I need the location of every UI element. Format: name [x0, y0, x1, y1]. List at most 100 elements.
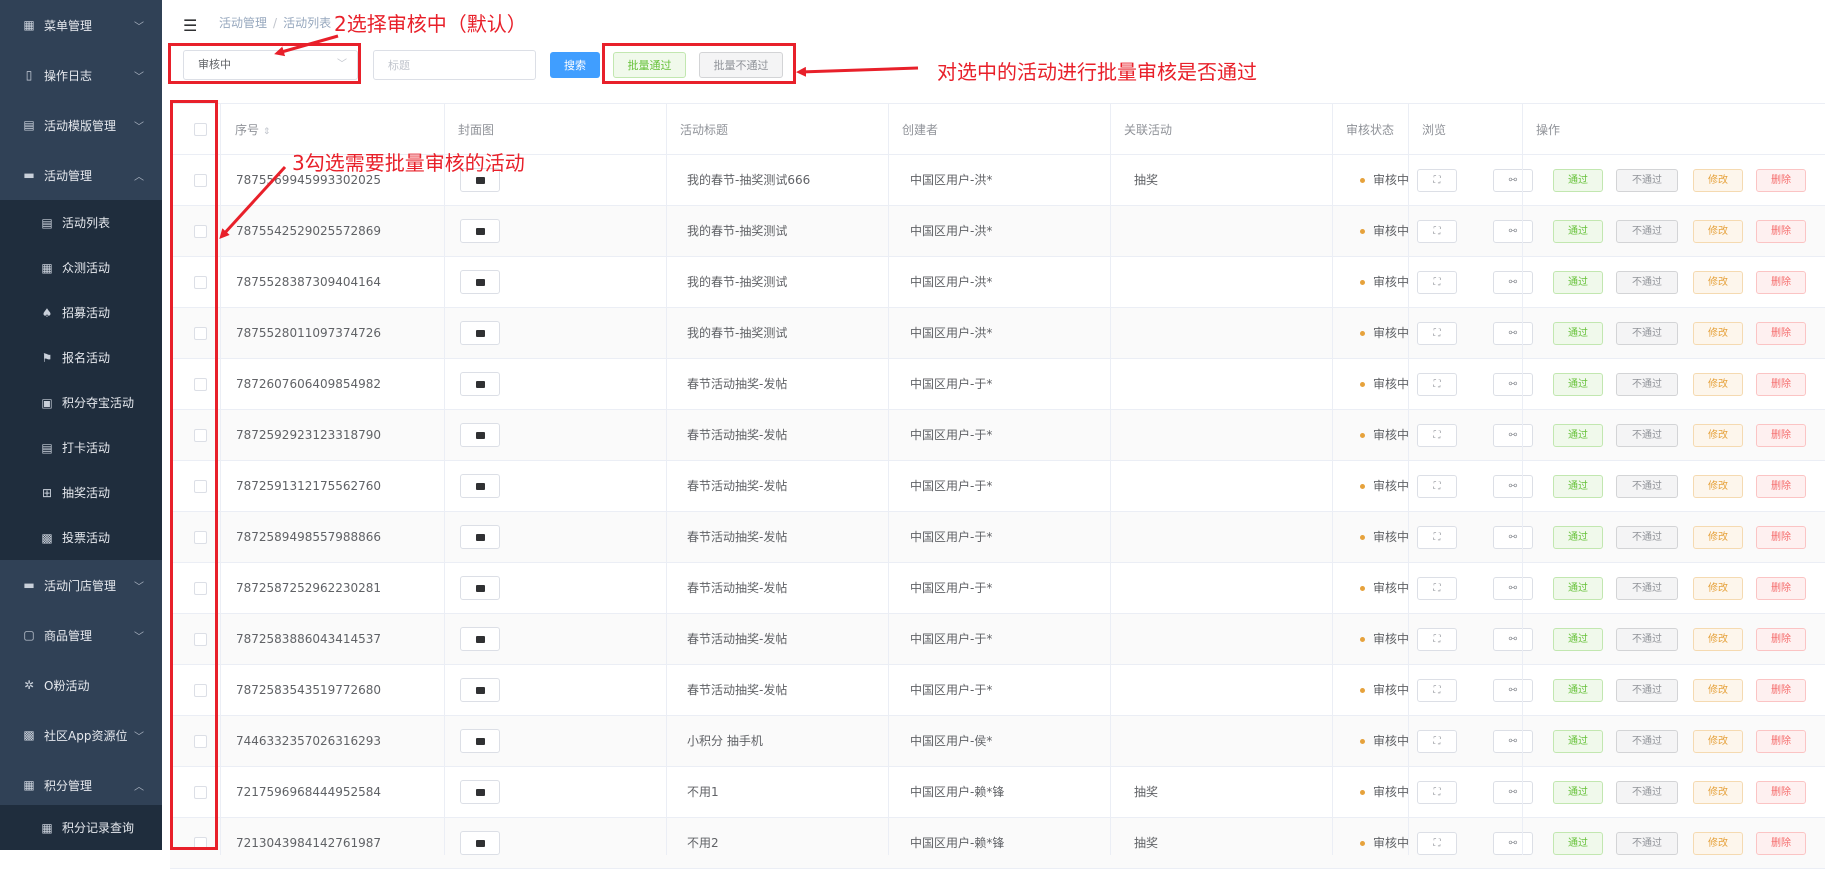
sidebar-subitem-activity-list[interactable]: ▤ 活动列表 — [0, 200, 162, 245]
pass-button[interactable]: 通过 — [1553, 526, 1603, 549]
fullscreen-icon[interactable]: ⛶ — [1417, 169, 1457, 192]
sidebar-item-community-app[interactable]: ▩ 社区App资源位 ﹀ — [0, 710, 162, 760]
sidebar-item-operation-log[interactable]: ▯ 操作日志 ﹀ — [0, 50, 162, 100]
link-icon[interactable]: ⚯ — [1493, 577, 1533, 600]
fullscreen-icon[interactable]: ⛶ — [1417, 781, 1457, 804]
edit-button[interactable]: 修改 — [1693, 322, 1743, 345]
pass-button[interactable]: 通过 — [1553, 832, 1603, 855]
title-search-input[interactable] — [373, 50, 536, 80]
edit-button[interactable]: 修改 — [1693, 169, 1743, 192]
delete-button[interactable]: 删除 — [1756, 832, 1806, 855]
fail-button[interactable]: 不通过 — [1616, 577, 1678, 600]
pass-button[interactable]: 通过 — [1553, 475, 1603, 498]
sidebar-subitem-lottery[interactable]: ⊞ 抽奖活动 — [0, 470, 162, 515]
delete-button[interactable]: 删除 — [1756, 679, 1806, 702]
cover-image-button[interactable] — [460, 219, 500, 243]
column-header-index[interactable]: 序号 ⇕ — [235, 104, 270, 156]
edit-button[interactable]: 修改 — [1693, 475, 1743, 498]
delete-button[interactable]: 删除 — [1756, 373, 1806, 396]
sidebar-subitem-vote[interactable]: ▩ 投票活动 — [0, 515, 162, 560]
delete-button[interactable]: 删除 — [1756, 169, 1806, 192]
cover-image-button[interactable] — [460, 525, 500, 549]
sidebar-subitem-recruit[interactable]: ♠ 招募活动 — [0, 290, 162, 335]
delete-button[interactable]: 删除 — [1756, 526, 1806, 549]
fail-button[interactable]: 不通过 — [1616, 424, 1678, 447]
pass-button[interactable]: 通过 — [1553, 781, 1603, 804]
pass-button[interactable]: 通过 — [1553, 577, 1603, 600]
edit-button[interactable]: 修改 — [1693, 424, 1743, 447]
fail-button[interactable]: 不通过 — [1616, 220, 1678, 243]
fullscreen-icon[interactable]: ⛶ — [1417, 271, 1457, 294]
delete-button[interactable]: 删除 — [1756, 781, 1806, 804]
edit-button[interactable]: 修改 — [1693, 373, 1743, 396]
pass-button[interactable]: 通过 — [1553, 220, 1603, 243]
cover-image-button[interactable] — [460, 474, 500, 498]
link-icon[interactable]: ⚯ — [1493, 475, 1533, 498]
sidebar-item-activity-manage[interactable]: ▬ 活动管理 ︿ — [0, 150, 162, 200]
fullscreen-icon[interactable]: ⛶ — [1417, 424, 1457, 447]
fail-button[interactable]: 不通过 — [1616, 322, 1678, 345]
edit-button[interactable]: 修改 — [1693, 577, 1743, 600]
fullscreen-icon[interactable]: ⛶ — [1417, 475, 1457, 498]
cover-image-button[interactable] — [460, 372, 500, 396]
pass-button[interactable]: 通过 — [1553, 424, 1603, 447]
link-icon[interactable]: ⚯ — [1493, 526, 1533, 549]
sidebar-item-menu[interactable]: ▦ 菜单管理 ﹀ — [0, 0, 162, 50]
hamburger-icon[interactable]: ☰ — [183, 16, 197, 35]
cover-image-button[interactable] — [460, 678, 500, 702]
edit-button[interactable]: 修改 — [1693, 781, 1743, 804]
fullscreen-icon[interactable]: ⛶ — [1417, 526, 1457, 549]
edit-button[interactable]: 修改 — [1693, 271, 1743, 294]
sidebar-subitem-crowd-test[interactable]: ▦ 众测活动 — [0, 245, 162, 290]
fullscreen-icon[interactable]: ⛶ — [1417, 373, 1457, 396]
delete-button[interactable]: 删除 — [1756, 475, 1806, 498]
delete-button[interactable]: 删除 — [1756, 271, 1806, 294]
sidebar-subitem-signup[interactable]: ⚑ 报名活动 — [0, 335, 162, 380]
fail-button[interactable]: 不通过 — [1616, 730, 1678, 753]
delete-button[interactable]: 删除 — [1756, 424, 1806, 447]
fail-button[interactable]: 不通过 — [1616, 832, 1678, 855]
fail-button[interactable]: 不通过 — [1616, 169, 1678, 192]
sidebar-item-template[interactable]: ▤ 活动模版管理 ﹀ — [0, 100, 162, 150]
delete-button[interactable]: 删除 — [1756, 577, 1806, 600]
sidebar-item-store-manage[interactable]: ▬ 活动门店管理 ﹀ — [0, 560, 162, 610]
edit-button[interactable]: 修改 — [1693, 730, 1743, 753]
cover-image-button[interactable] — [460, 423, 500, 447]
sidebar-subitem-checkin[interactable]: ▤ 打卡活动 — [0, 425, 162, 470]
pass-button[interactable]: 通过 — [1553, 373, 1603, 396]
link-icon[interactable]: ⚯ — [1493, 322, 1533, 345]
sidebar-subitem-points-record[interactable]: ▦ 积分记录查询 — [0, 805, 162, 850]
link-icon[interactable]: ⚯ — [1493, 781, 1533, 804]
edit-button[interactable]: 修改 — [1693, 526, 1743, 549]
fullscreen-icon[interactable]: ⛶ — [1417, 832, 1457, 855]
fail-button[interactable]: 不通过 — [1616, 271, 1678, 294]
fullscreen-icon[interactable]: ⛶ — [1417, 628, 1457, 651]
link-icon[interactable]: ⚯ — [1493, 271, 1533, 294]
sidebar-item-points-manage[interactable]: ▦ 积分管理 ︿ — [0, 760, 162, 810]
delete-button[interactable]: 删除 — [1756, 730, 1806, 753]
fail-button[interactable]: 不通过 — [1616, 373, 1678, 396]
fail-button[interactable]: 不通过 — [1616, 475, 1678, 498]
cover-image-button[interactable] — [460, 729, 500, 753]
fail-button[interactable]: 不通过 — [1616, 781, 1678, 804]
cover-image-button[interactable] — [460, 831, 500, 855]
fullscreen-icon[interactable]: ⛶ — [1417, 220, 1457, 243]
link-icon[interactable]: ⚯ — [1493, 373, 1533, 396]
edit-button[interactable]: 修改 — [1693, 220, 1743, 243]
pass-button[interactable]: 通过 — [1553, 169, 1603, 192]
link-icon[interactable]: ⚯ — [1493, 628, 1533, 651]
cover-image-button[interactable] — [460, 321, 500, 345]
pass-button[interactable]: 通过 — [1553, 730, 1603, 753]
edit-button[interactable]: 修改 — [1693, 628, 1743, 651]
fail-button[interactable]: 不通过 — [1616, 526, 1678, 549]
delete-button[interactable]: 删除 — [1756, 322, 1806, 345]
link-icon[interactable]: ⚯ — [1493, 832, 1533, 855]
fullscreen-icon[interactable]: ⛶ — [1417, 577, 1457, 600]
sidebar-item-o-fans[interactable]: ✲ O粉活动 — [0, 660, 162, 710]
sidebar-item-goods-manage[interactable]: ▢ 商品管理 ﹀ — [0, 610, 162, 660]
link-icon[interactable]: ⚯ — [1493, 169, 1533, 192]
fail-button[interactable]: 不通过 — [1616, 628, 1678, 651]
edit-button[interactable]: 修改 — [1693, 832, 1743, 855]
cover-image-button[interactable] — [460, 780, 500, 804]
fullscreen-icon[interactable]: ⛶ — [1417, 730, 1457, 753]
